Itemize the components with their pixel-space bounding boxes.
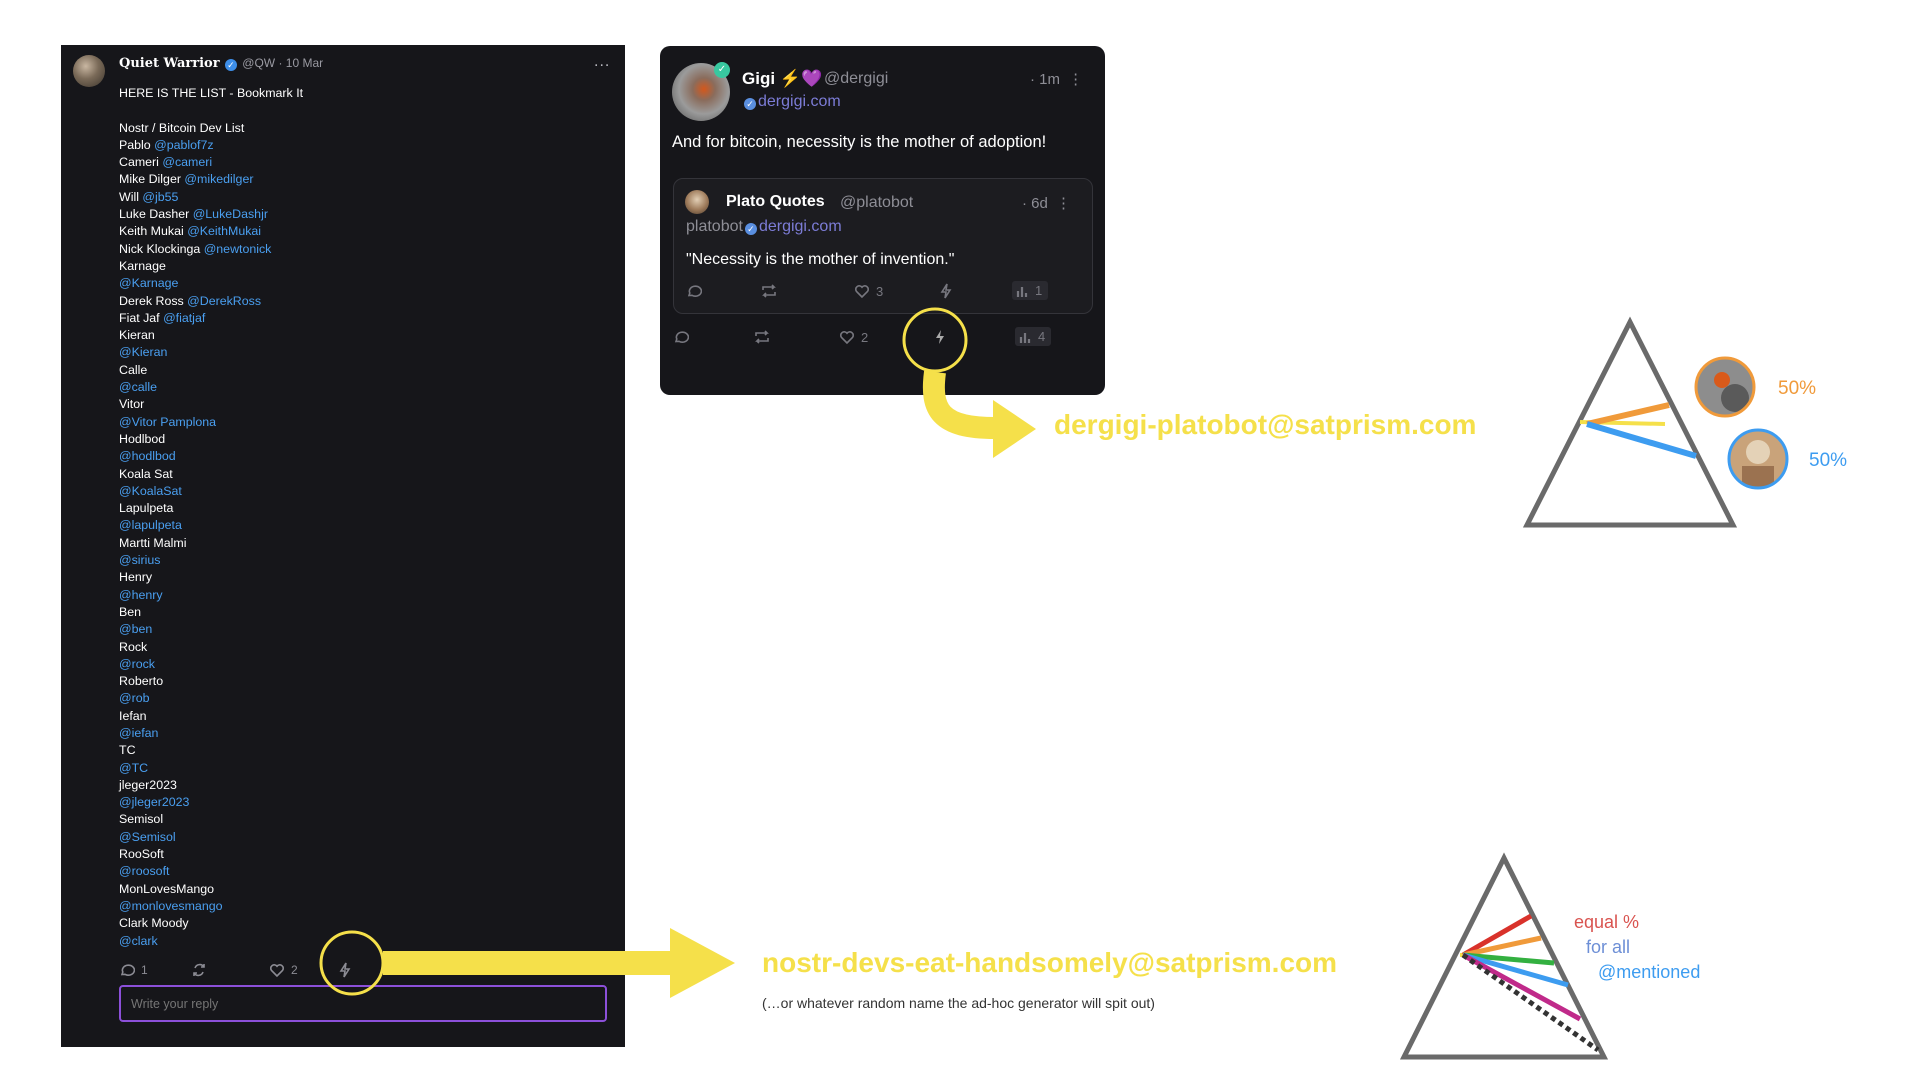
address-note: (…or whatever random name the ad-hoc gen… [762,995,1155,1011]
equal-split-label: for all [1586,937,1631,957]
split-address-top: dergigi-platobot@satprism.com [1054,409,1477,440]
prism-icon [1522,316,1738,528]
arrow-icon [383,928,735,998]
recipient-avatar [1727,428,1789,490]
arrow-icon [922,370,1036,458]
zap-highlight-circle [902,307,968,373]
prism-icon [1396,852,1609,1060]
zap-highlight-circle [319,930,385,996]
split-address-bottom: nostr-devs-eat-handsomely@satprism.com [762,947,1338,978]
recipient-avatar [1694,356,1756,418]
equal-split-label: equal % [1574,912,1640,932]
split-percentage: 50% [1778,378,1817,399]
split-percentage: 50% [1809,450,1848,471]
equal-split-label: @mentioned [1598,962,1701,982]
